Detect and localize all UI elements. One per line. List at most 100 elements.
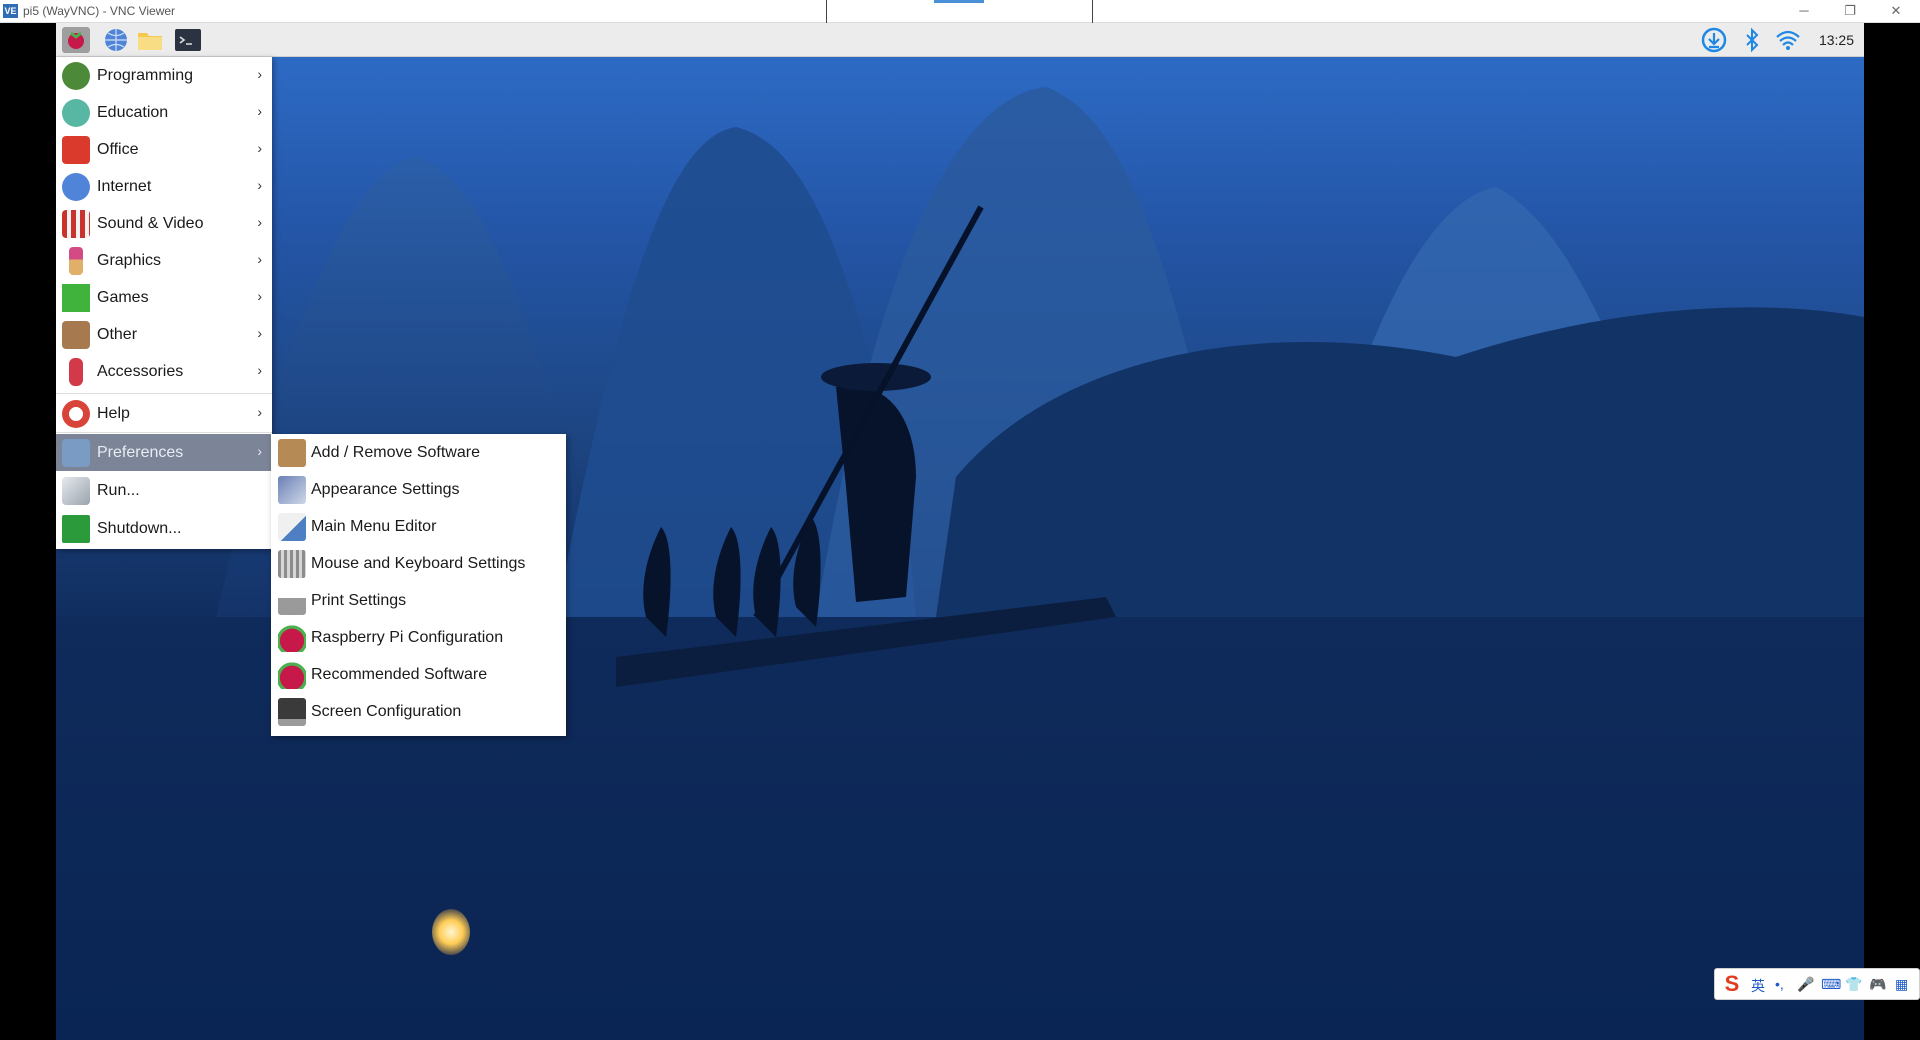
menu-item-programming[interactable]: Programming › [56, 57, 272, 94]
sogou-logo-icon[interactable]: S [1719, 972, 1745, 996]
submenu-item-recommended-software[interactable]: Recommended Software [271, 656, 566, 693]
submenu-item-mouse-keyboard-settings[interactable]: Mouse and Keyboard Settings [271, 545, 566, 582]
menu-item-label: Education [97, 104, 169, 121]
taskbar: 13:25 [56, 23, 1864, 57]
submenu-item-label: Recommended Software [311, 666, 488, 683]
raspberry-menu-icon[interactable] [62, 27, 90, 53]
menu-item-label: Graphics [97, 252, 162, 269]
preferences-submenu: Add / Remove Software Appearance Setting… [271, 434, 566, 736]
preferences-icon [62, 439, 90, 467]
menu-item-games[interactable]: Games › [56, 279, 272, 316]
main-menu-editor-icon [278, 513, 306, 541]
menu-item-label: Office [97, 141, 139, 158]
accessories-icon [69, 358, 83, 386]
submenu-item-label: Screen Configuration [311, 703, 462, 720]
education-icon [62, 99, 90, 127]
menu-item-office[interactable]: Office › [56, 131, 272, 168]
submenu-item-print-settings[interactable]: Print Settings [271, 582, 566, 619]
shutdown-icon [62, 515, 90, 543]
menu-item-label: Accessories [97, 363, 184, 380]
submenu-item-label: Add / Remove Software [311, 444, 480, 461]
chevron-right-icon: › [257, 362, 262, 378]
menu-item-label: Sound & Video [97, 215, 204, 232]
submenu-item-add-remove-software[interactable]: Add / Remove Software [271, 434, 566, 471]
submenu-item-main-menu-editor[interactable]: Main Menu Editor [271, 508, 566, 545]
submenu-item-label: Appearance Settings [311, 481, 460, 498]
run-icon [62, 477, 90, 505]
vnc-titlebar: VE pi5 (WayVNC) - VNC Viewer ─ ❐ ✕ [0, 0, 1920, 27]
menu-item-label: Shutdown... [97, 520, 182, 537]
vnc-app-icon: VE [3, 4, 18, 18]
sound-video-icon [62, 210, 90, 238]
add-remove-software-icon [278, 439, 306, 467]
lantern-glow [432, 909, 470, 955]
help-icon [62, 400, 90, 428]
print-settings-icon [278, 587, 306, 615]
window-title: pi5 (WayVNC) - VNC Viewer [23, 4, 176, 18]
ime-punctuation-toggle[interactable]: •, [1775, 976, 1784, 992]
menu-item-label: Programming [97, 67, 194, 84]
ime-language-toggle[interactable]: 英 [1751, 976, 1765, 996]
menu-item-preferences[interactable]: Preferences › [56, 434, 272, 471]
submenu-item-raspberry-pi-configuration[interactable]: Raspberry Pi Configuration [271, 619, 566, 656]
minimize-button[interactable]: ─ [1784, 2, 1824, 20]
letterbox-right [1864, 23, 1920, 1040]
close-button[interactable]: ✕ [1876, 2, 1916, 20]
submenu-item-appearance-settings[interactable]: Appearance Settings [271, 471, 566, 508]
internet-icon [62, 173, 90, 201]
chevron-right-icon: › [257, 103, 262, 119]
chevron-right-icon: › [257, 404, 262, 420]
games-icon [62, 284, 90, 312]
restore-button[interactable]: ❐ [1830, 2, 1870, 20]
submenu-item-screen-configuration[interactable]: Screen Configuration [271, 693, 566, 730]
appearance-settings-icon [278, 476, 306, 504]
menu-item-shutdown[interactable]: Shutdown... [56, 510, 272, 547]
menu-item-graphics[interactable]: Graphics › [56, 242, 272, 279]
chevron-right-icon: › [257, 325, 262, 341]
menu-item-other[interactable]: Other › [56, 316, 272, 353]
screen-configuration-icon [278, 698, 306, 726]
menu-item-label: Games [97, 289, 149, 306]
web-browser-icon[interactable] [102, 27, 130, 53]
updater-icon[interactable] [1700, 27, 1728, 53]
menu-separator [56, 393, 272, 394]
ime-toolbar: S 英 •, 🎤 ⌨ 👕 🎮 ▦ [1714, 968, 1920, 1000]
microphone-icon[interactable]: 🎤 [1797, 976, 1814, 993]
game-icon[interactable]: 🎮 [1869, 976, 1886, 993]
remote-desktop[interactable]: 13:25 Programming › Education › Office ›… [56, 23, 1864, 1040]
submenu-item-label: Print Settings [311, 592, 407, 609]
keyboard-icon[interactable]: ⌨ [1821, 976, 1841, 993]
chevron-right-icon: › [257, 251, 262, 267]
clock[interactable]: 13:25 [1819, 32, 1854, 48]
terminal-icon[interactable] [174, 27, 202, 53]
chevron-right-icon: › [257, 177, 262, 193]
menu-item-education[interactable]: Education › [56, 94, 272, 131]
chevron-right-icon: › [257, 140, 262, 156]
menu-separator [56, 432, 272, 433]
menu-item-label: Other [97, 326, 138, 343]
menu-item-internet[interactable]: Internet › [56, 168, 272, 205]
programming-icon [62, 62, 90, 90]
menu-item-sound-video[interactable]: Sound & Video › [56, 205, 272, 242]
wifi-icon[interactable] [1774, 27, 1802, 53]
menu-item-help[interactable]: Help › [56, 395, 272, 432]
menu-item-label: Internet [97, 178, 152, 195]
fisherman-hat [821, 363, 931, 391]
skin-icon[interactable]: 👕 [1845, 976, 1862, 993]
recommended-software-icon [278, 661, 306, 689]
bluetooth-icon[interactable] [1738, 27, 1766, 53]
toolbox-icon[interactable]: ▦ [1895, 976, 1908, 993]
file-manager-icon[interactable] [136, 27, 164, 53]
menu-item-label: Run... [97, 482, 140, 499]
letterbox-left [0, 23, 56, 1040]
other-icon [62, 321, 90, 349]
menu-item-run[interactable]: Run... [56, 472, 272, 509]
graphics-icon [69, 247, 83, 275]
submenu-item-label: Raspberry Pi Configuration [311, 629, 504, 646]
raspberry-pi-config-icon [278, 624, 306, 652]
menu-item-label: Preferences [97, 444, 184, 461]
submenu-item-label: Mouse and Keyboard Settings [311, 555, 526, 572]
submenu-item-label: Main Menu Editor [311, 518, 437, 535]
menu-item-accessories[interactable]: Accessories › [56, 353, 272, 390]
chevron-right-icon: › [257, 443, 262, 459]
